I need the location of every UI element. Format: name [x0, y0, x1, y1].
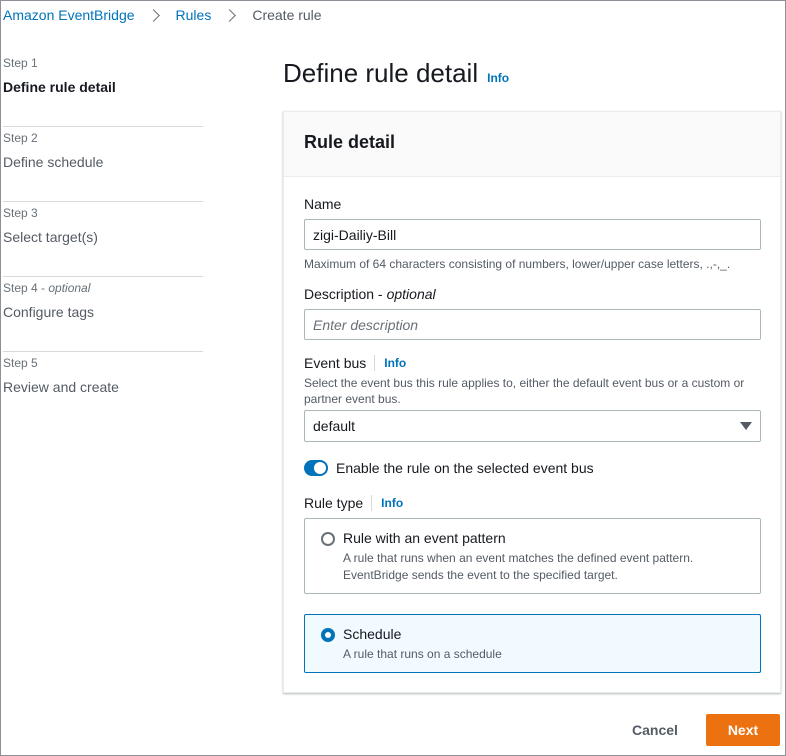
- toggle-knob: [314, 462, 326, 474]
- breadcrumb: Amazon EventBridge Rules Create rule: [3, 7, 322, 23]
- description-label-text: Description -: [304, 286, 383, 302]
- name-label-text: Name: [304, 196, 342, 212]
- description-input[interactable]: [304, 309, 761, 340]
- description-optional: optional: [386, 286, 436, 302]
- event-bus-hint: Select the event bus this rule applies t…: [304, 376, 745, 406]
- step-number: Step 3: [3, 206, 38, 220]
- event-bus-select[interactable]: default: [304, 410, 761, 442]
- cancel-button[interactable]: Cancel: [618, 714, 692, 746]
- chevron-right-icon: [146, 8, 160, 22]
- step-3: Step 3 Select target(s): [3, 202, 203, 277]
- rule-type-label: Rule type Info: [304, 495, 403, 511]
- step-number-row: Step 4 - optional: [3, 281, 203, 295]
- step-number: Step 2: [3, 131, 38, 145]
- breadcrumb-current: Create rule: [252, 7, 322, 23]
- step-number: Step 1: [3, 56, 38, 70]
- page-heading: Define rule detail: [283, 58, 479, 88]
- rule-type-event-pattern-tile[interactable]: Rule with an event pattern A rule that r…: [304, 518, 761, 594]
- enable-rule-label: Enable the rule on the selected event bu…: [336, 460, 594, 476]
- step-2: Step 2 Define schedule: [3, 127, 203, 202]
- step-title: Configure tags: [3, 304, 95, 320]
- divider: [374, 355, 376, 371]
- breadcrumb-rules[interactable]: Rules: [176, 7, 212, 23]
- description-label: Description - optional: [304, 286, 436, 302]
- step-number: Step 5: [3, 356, 38, 370]
- wizard-steps: Step 1 Define rule detail Step 2 Define …: [3, 52, 203, 427]
- step-4: Step 4 - optional Configure tags: [3, 277, 203, 352]
- divider: [371, 495, 373, 511]
- event-pattern-desc: A rule that runs when an event matches t…: [343, 551, 694, 582]
- event-bus-label-text: Event bus: [304, 355, 367, 371]
- page-info-link[interactable]: Info: [487, 71, 509, 85]
- step-5: Step 5 Review and create: [3, 352, 203, 427]
- step-number: Step 4 -: [3, 281, 49, 295]
- rule-type-info-link[interactable]: Info: [381, 496, 403, 510]
- container-heading: Rule detail: [304, 132, 396, 152]
- step-optional: optional: [48, 281, 91, 295]
- event-bus-label: Event bus Info: [304, 355, 406, 371]
- step-title: Define schedule: [3, 154, 104, 170]
- breadcrumb-eventbridge[interactable]: Amazon EventBridge: [3, 7, 135, 23]
- step-title: Review and create: [3, 379, 119, 395]
- rule-type-label-text: Rule type: [304, 495, 364, 511]
- step-title: Define rule detail: [3, 79, 116, 95]
- chevron-right-icon: [223, 8, 237, 22]
- schedule-radio[interactable]: [321, 628, 335, 642]
- name-hint: Maximum of 64 characters consisting of n…: [304, 257, 731, 271]
- event-pattern-radio[interactable]: [321, 532, 335, 546]
- name-label: Name: [304, 196, 341, 212]
- next-button[interactable]: Next: [706, 714, 780, 746]
- caret-down-icon: [740, 422, 752, 430]
- step-1: Step 1 Define rule detail: [3, 52, 203, 127]
- page-title: Define rule detail Info: [283, 58, 509, 89]
- name-input[interactable]: [304, 219, 761, 250]
- enable-rule-toggle[interactable]: [304, 460, 328, 476]
- container-header: Rule detail: [284, 112, 780, 177]
- event-pattern-title: Rule with an event pattern: [343, 530, 506, 546]
- event-bus-info-link[interactable]: Info: [384, 356, 406, 370]
- event-bus-value: default: [313, 418, 356, 434]
- rule-detail-container: Rule detail Name Maximum of 64 character…: [283, 111, 781, 693]
- schedule-desc: A rule that runs on a schedule: [343, 647, 502, 661]
- enable-rule-row: Enable the rule on the selected event bu…: [304, 460, 594, 476]
- step-title: Select target(s): [3, 229, 98, 245]
- schedule-title: Schedule: [343, 626, 402, 642]
- rule-type-schedule-tile[interactable]: Schedule A rule that runs on a schedule: [304, 614, 761, 673]
